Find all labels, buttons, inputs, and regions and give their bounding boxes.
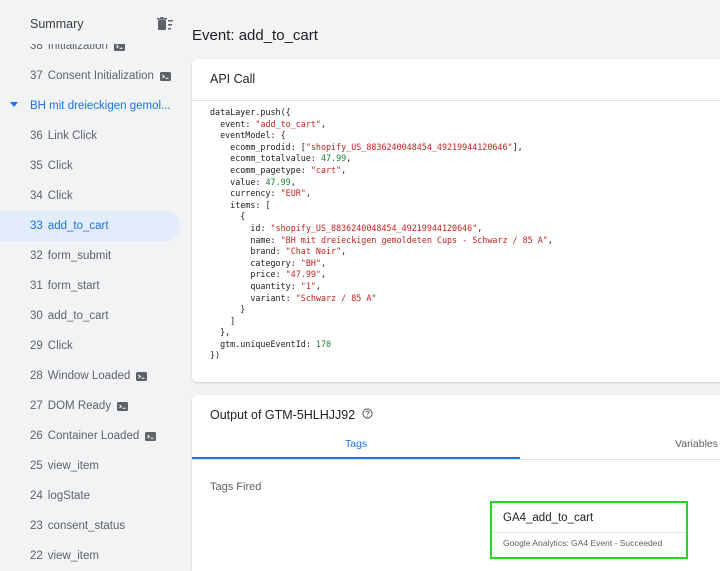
event-number: 37: [30, 70, 43, 82]
sidebar-item-selected[interactable]: 33 add_to_cart: [0, 211, 180, 241]
event-label: view_item: [47, 460, 99, 472]
console-event-icon: [159, 71, 171, 81]
delete-sweep-icon[interactable]: [157, 17, 173, 31]
sidebar-item[interactable]: 25 view_item: [0, 451, 180, 481]
api-call-title: API Call: [210, 72, 256, 86]
caret-down-icon[interactable]: [10, 102, 18, 107]
event-label: DOM Ready: [47, 400, 112, 412]
sidebar-item[interactable]: 22 view_item: [0, 541, 180, 571]
event-number: 32: [30, 250, 43, 262]
event-label: logState: [47, 490, 90, 502]
event-number: 22: [30, 550, 43, 562]
sidebar-item[interactable]: 28 Window Loaded: [0, 361, 180, 391]
event-label: view_item: [47, 550, 99, 562]
event-number: 27: [30, 400, 43, 412]
active-tab-indicator: [192, 457, 520, 459]
sidebar-item[interactable]: 31 form_start: [0, 271, 180, 301]
event-number: 26: [30, 430, 43, 442]
sidebar-item[interactable]: 27 DOM Ready: [0, 391, 180, 421]
tab-variables[interactable]: Variables: [675, 438, 718, 450]
console-event-icon: [136, 371, 148, 381]
sidebar-item[interactable]: 37 Consent Initialization: [0, 61, 180, 91]
event-number: 33: [30, 220, 43, 232]
event-number: 25: [30, 460, 43, 472]
divider: [192, 100, 720, 101]
event-label: Click: [47, 190, 73, 202]
tag-card-ga4-add-to-cart[interactable]: GA4_add_to_cart Google Analytics: GA4 Ev…: [490, 501, 688, 559]
tag-status: Google Analytics: GA4 Event - Succeeded: [503, 538, 663, 548]
sidebar: 38 Initialization 37 Consent Initialization…: [0, 0, 183, 571]
event-label: BH mit dreieckigen gemol...: [30, 100, 171, 112]
sidebar-item[interactable]: 30 add_to_cart: [0, 301, 180, 331]
console-event-icon: [117, 401, 129, 411]
output-card: Output of GTM-5HLHJJ92 Tags Variables Ta…: [192, 395, 720, 571]
api-call-code: dataLayer.push({ event: "add_to_cart", e…: [210, 107, 553, 361]
sidebar-item[interactable]: 26 Container Loaded: [0, 421, 180, 451]
event-label: Window Loaded: [47, 370, 131, 382]
main-panel: Event: add_to_cart API Call dataLayer.pu…: [183, 0, 720, 571]
tags-fired-label: Tags Fired: [210, 481, 262, 493]
api-call-card: API Call dataLayer.push({ event: "add_to…: [192, 59, 720, 382]
event-number: 34: [30, 190, 43, 202]
sidebar-item[interactable]: 29 Click: [0, 331, 180, 361]
output-title: Output of GTM-5HLHJJ92: [210, 408, 356, 422]
event-number: 30: [30, 310, 43, 322]
summary-title[interactable]: Summary: [30, 17, 83, 31]
sidebar-item[interactable]: 24 logState: [0, 481, 180, 511]
event-number: 31: [30, 280, 43, 292]
event-label: Link Click: [47, 130, 98, 142]
event-label: form_submit: [47, 250, 112, 262]
sidebar-item[interactable]: 32 form_submit: [0, 241, 180, 271]
event-number: 29: [30, 340, 43, 352]
event-label: Container Loaded: [47, 430, 140, 442]
event-label: Click: [47, 340, 73, 352]
tab-divider: [192, 459, 720, 460]
event-number: 28: [30, 370, 43, 382]
event-label: form_start: [47, 280, 100, 292]
sidebar-item[interactable]: 35 Click: [0, 151, 180, 181]
event-number: 35: [30, 160, 43, 172]
event-number: 24: [30, 490, 43, 502]
sidebar-item[interactable]: 34 Click: [0, 181, 180, 211]
event-label: add_to_cart: [47, 310, 109, 322]
event-label: add_to_cart: [47, 220, 109, 232]
console-event-icon: [145, 431, 157, 441]
event-label: Click: [47, 160, 73, 172]
event-label: Consent Initialization: [47, 70, 154, 82]
help-circle-icon[interactable]: [362, 408, 373, 419]
tag-name: GA4_add_to_cart: [503, 512, 594, 524]
sidebar-header: Summary: [0, 0, 183, 44]
divider: [492, 532, 686, 533]
tab-tags[interactable]: Tags: [345, 438, 367, 450]
sidebar-item[interactable]: 23 consent_status: [0, 511, 180, 541]
sidebar-item[interactable]: 36 Link Click: [0, 121, 180, 151]
page-title: Event: add_to_cart: [192, 27, 318, 44]
event-label: consent_status: [47, 520, 126, 532]
sidebar-group[interactable]: BH mit dreieckigen gemol...: [0, 91, 180, 121]
event-number: 36: [30, 130, 43, 142]
event-number: 23: [30, 520, 43, 532]
